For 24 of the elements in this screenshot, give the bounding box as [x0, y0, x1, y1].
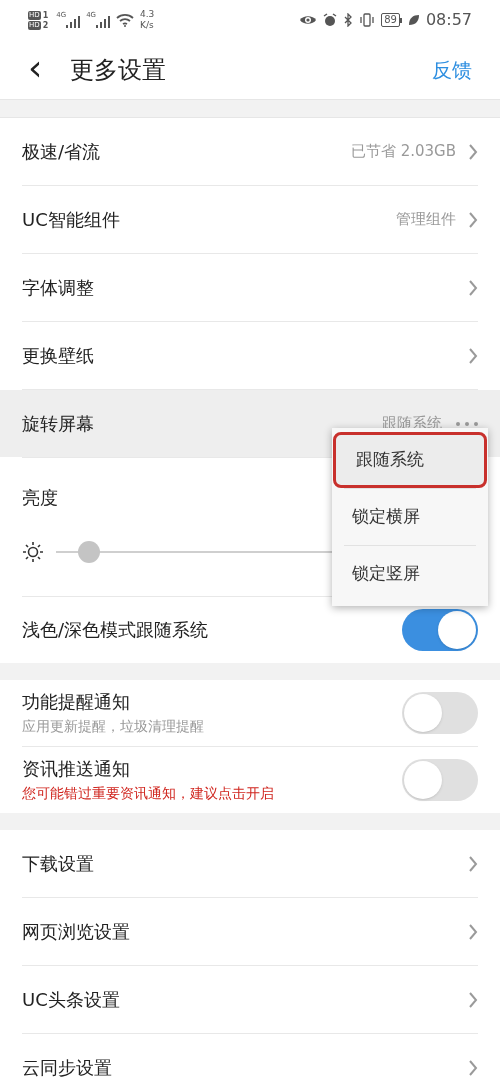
row-label: 亮度 — [22, 486, 59, 510]
row-label: 功能提醒通知 — [22, 690, 131, 714]
row-value: 已节省 2.03GB — [350, 141, 456, 163]
row-label: 网页浏览设置 — [22, 920, 130, 944]
sim-slot: 1 — [42, 10, 49, 20]
speed-value: 4.3 — [140, 9, 155, 20]
row-label: UC智能组件 — [22, 208, 120, 232]
row-hint: 应用更新提醒，垃圾清理提醒 — [22, 717, 204, 736]
page-title: 更多设置 — [70, 54, 167, 86]
row-label: 更换壁纸 — [22, 344, 94, 368]
row-label: 极速/省流 — [22, 140, 101, 164]
row-hint: 您可能错过重要资讯通知，建议点击开启 — [22, 784, 274, 803]
clock-time: 08:57 — [425, 9, 472, 31]
speed-unit: K/s — [140, 20, 155, 31]
sim-slot: 2 — [42, 20, 49, 30]
row-value: 管理组件 — [396, 209, 456, 231]
row-label: 资讯推送通知 — [22, 757, 131, 781]
battery-level: 89 — [381, 13, 400, 27]
row-label: 下载设置 — [22, 852, 94, 876]
row-label: UC头条设置 — [22, 988, 120, 1012]
row-label: 云同步设置 — [22, 1056, 112, 1080]
row-label: 旋转屏幕 — [22, 412, 94, 436]
row-label: 字体调整 — [22, 276, 94, 300]
row-label: 浅色/深色模式跟随系统 — [22, 618, 209, 642]
